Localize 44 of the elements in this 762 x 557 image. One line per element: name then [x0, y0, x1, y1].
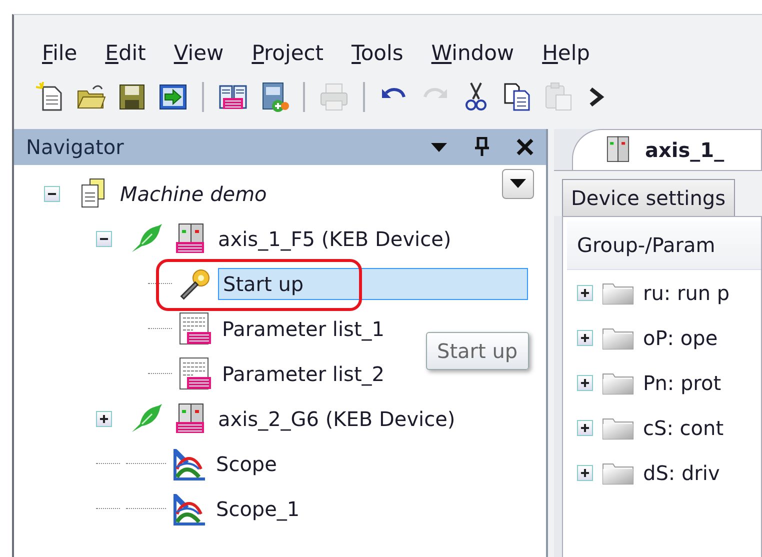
magic-wand-icon — [178, 266, 212, 300]
menu-item[interactable]: Window — [431, 41, 514, 65]
scope-chart-icon — [172, 446, 206, 480]
tree-item[interactable]: axis_2_G6 (KEB Device) — [214, 404, 460, 434]
column-header: Group-/Param — [567, 221, 761, 270]
expand-toggle[interactable] — [577, 464, 593, 480]
scope-chart-icon — [172, 492, 206, 526]
tooltip: Start up — [426, 332, 529, 370]
group-label[interactable]: cS: cont — [643, 416, 724, 440]
close-icon[interactable] — [516, 138, 534, 156]
tree-item[interactable]: Scope — [212, 448, 281, 478]
menu-item[interactable]: Edit — [105, 41, 146, 65]
pin-icon[interactable] — [474, 137, 490, 157]
menu-item[interactable]: File — [42, 41, 78, 65]
menu-item[interactable]: View — [174, 41, 224, 65]
group-label[interactable]: oP: ope — [643, 326, 718, 350]
tree-item[interactable]: Parameter list_2 — [218, 358, 389, 388]
expand-toggle[interactable] — [577, 330, 593, 346]
expand-toggle[interactable] — [577, 284, 593, 300]
collapse-toggle[interactable] — [96, 230, 112, 246]
menu-item[interactable]: Project — [252, 41, 324, 65]
expand-toggle[interactable] — [96, 410, 112, 426]
tree-item[interactable]: axis_1_F5 (KEB Device) — [214, 224, 456, 254]
expand-toggle[interactable] — [577, 420, 593, 436]
document-tab[interactable]: axis_1_ — [572, 129, 762, 170]
dropdown-icon[interactable] — [430, 141, 448, 153]
expand-toggle[interactable] — [577, 374, 593, 390]
tab-title: axis_1_ — [645, 138, 724, 162]
dropdown-button[interactable] — [502, 169, 534, 199]
caret-icon — [510, 179, 526, 189]
collapse-toggle[interactable] — [44, 186, 60, 202]
tree-item[interactable]: Scope_1 — [212, 494, 304, 524]
menu-item[interactable]: Tools — [352, 41, 404, 65]
tree-item[interactable]: Start up — [218, 268, 528, 300]
menu-item[interactable]: Help — [542, 41, 590, 65]
group-label[interactable]: ru: run p — [643, 280, 730, 304]
parameter-list-icon — [178, 356, 212, 390]
group-label[interactable]: Pn: prot — [643, 370, 722, 394]
parameter-list-icon — [178, 312, 212, 346]
tree-item[interactable]: Machine demo — [116, 178, 271, 208]
group-label[interactable]: dS: driv — [643, 460, 720, 484]
settings-tab[interactable]: Device settings — [562, 179, 735, 216]
panel-title: Navigator — [26, 135, 125, 159]
tree-item[interactable]: Parameter list_1 — [218, 314, 389, 344]
